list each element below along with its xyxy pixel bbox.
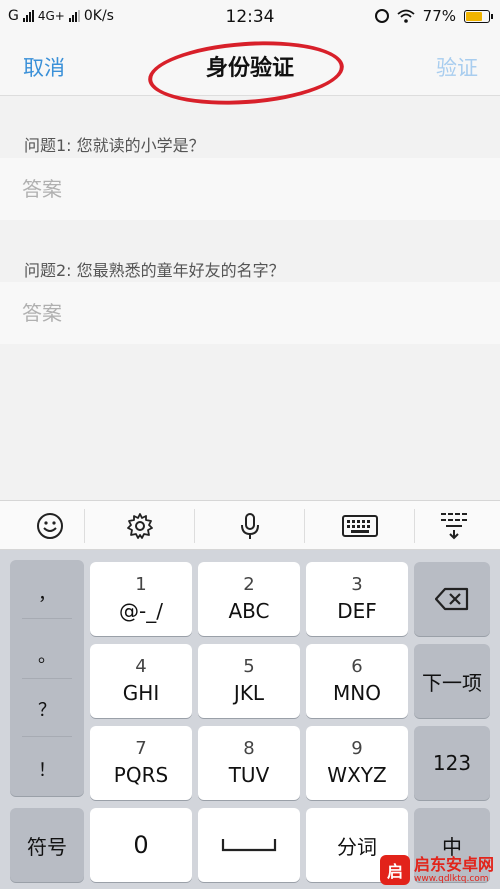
segment-key-label: 分词 bbox=[337, 834, 377, 859]
collapse-keyboard-icon[interactable] bbox=[410, 501, 500, 551]
watermark: 启 启东安卓网 www.qdlktq.com bbox=[379, 854, 494, 885]
status-bar: G 4G+ 0K/s 12:34 77% bbox=[0, 0, 500, 34]
zero-key[interactable]: 0 bbox=[90, 808, 192, 882]
key-8-num: 8 bbox=[243, 738, 255, 759]
backspace-icon bbox=[435, 587, 469, 611]
zero-key-label: 0 bbox=[133, 831, 149, 859]
key-7-num: 7 bbox=[135, 738, 147, 759]
numeric-key[interactable]: 123 bbox=[414, 726, 490, 800]
key-9-letters: WXYZ bbox=[327, 763, 387, 787]
watermark-text: 启东安卓网 www.qdlktq.com bbox=[413, 854, 494, 885]
key-5-num: 5 bbox=[243, 656, 255, 677]
delete-key[interactable] bbox=[414, 562, 490, 636]
question-2-label: 问题2: 您最熟悉的童年好友的名字？ bbox=[24, 261, 285, 280]
question-key[interactable]: ？ bbox=[10, 696, 84, 722]
punctuation-column[interactable]: ， 。 ？ ！ bbox=[10, 560, 84, 796]
exclaim-key[interactable]: ！ bbox=[10, 756, 84, 782]
alarm-icon bbox=[374, 9, 389, 23]
key-2-letters: ABC bbox=[228, 599, 270, 623]
answer-2-row bbox=[0, 282, 500, 344]
key-4-letters: GHI bbox=[122, 681, 160, 705]
key-2[interactable]: 2 ABC bbox=[198, 562, 300, 636]
answer-1-input[interactable] bbox=[22, 172, 472, 206]
punct-divider bbox=[22, 678, 72, 679]
next-key-label: 下一项 bbox=[422, 670, 482, 695]
battery-percent: 77% bbox=[422, 7, 456, 25]
answer-1-row bbox=[0, 158, 500, 220]
punct-divider bbox=[22, 736, 72, 737]
keyboard: ， 。 ？ ！ 1 @-_/ 2 ABC 3 DEF 4 GHI 5 JKL 6… bbox=[0, 550, 500, 889]
period-key[interactable]: 。 bbox=[10, 642, 84, 668]
key-9[interactable]: 9 WXYZ bbox=[306, 726, 408, 800]
key-6-num: 6 bbox=[351, 656, 363, 677]
key-1[interactable]: 1 @-_/ bbox=[90, 562, 192, 636]
next-key[interactable]: 下一项 bbox=[414, 644, 490, 718]
symbols-key-label: 符号 bbox=[27, 834, 67, 859]
toolbar-divider bbox=[304, 509, 305, 543]
key-6-letters: MNO bbox=[333, 681, 381, 705]
battery-icon bbox=[464, 9, 493, 23]
status-right: 77% bbox=[374, 7, 493, 25]
watermark-url: www.qdlktq.com bbox=[413, 873, 489, 884]
key-3-letters: DEF bbox=[337, 599, 377, 623]
key-1-letters: @-_/ bbox=[119, 599, 163, 623]
answer-2-input[interactable] bbox=[22, 296, 472, 330]
key-4-num: 4 bbox=[135, 656, 147, 677]
key-9-num: 9 bbox=[351, 738, 363, 759]
toolbar-divider bbox=[194, 509, 195, 543]
numeric-key-label: 123 bbox=[432, 751, 472, 775]
key-8-letters: TUV bbox=[228, 763, 270, 787]
microphone-icon[interactable] bbox=[200, 501, 300, 551]
comma-key[interactable]: ， bbox=[10, 580, 84, 606]
symbols-key[interactable]: 符号 bbox=[10, 808, 84, 882]
key-7-letters: PQRS bbox=[113, 763, 169, 787]
gear-icon[interactable] bbox=[90, 501, 190, 551]
key-6[interactable]: 6 MNO bbox=[306, 644, 408, 718]
key-1-num: 1 bbox=[135, 574, 147, 595]
key-8[interactable]: 8 TUV bbox=[198, 726, 300, 800]
wifi-icon bbox=[397, 9, 415, 23]
question-1-label: 问题1: 您就读的小学是？ bbox=[24, 136, 205, 155]
space-icon bbox=[221, 839, 277, 852]
key-3[interactable]: 3 DEF bbox=[306, 562, 408, 636]
watermark-name: 启东安卓网 bbox=[413, 854, 494, 874]
punct-divider bbox=[22, 618, 72, 619]
verify-button[interactable]: 验证 bbox=[436, 52, 478, 82]
space-key[interactable] bbox=[198, 808, 300, 882]
toolbar-divider bbox=[84, 509, 85, 543]
keyboard-toolbar bbox=[0, 500, 500, 550]
battery-fill bbox=[466, 11, 483, 21]
key-7[interactable]: 7 PQRS bbox=[90, 726, 192, 800]
emoji-icon[interactable] bbox=[0, 501, 100, 551]
watermark-logo-icon: 启 bbox=[379, 855, 410, 885]
key-5-letters: JKL bbox=[233, 681, 265, 705]
key-4[interactable]: 4 GHI bbox=[90, 644, 192, 718]
keyboard-icon[interactable] bbox=[310, 501, 410, 551]
key-5[interactable]: 5 JKL bbox=[198, 644, 300, 718]
key-3-num: 3 bbox=[351, 574, 363, 595]
key-2-num: 2 bbox=[243, 574, 255, 595]
